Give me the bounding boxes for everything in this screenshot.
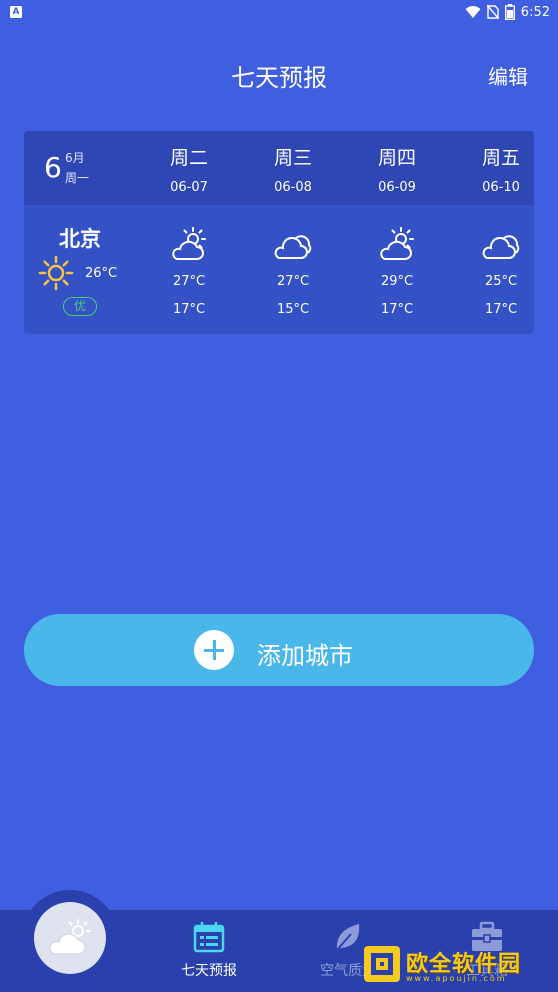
cloudy-icon [274, 235, 312, 259]
forecast-low-temp: 17°C [484, 302, 518, 317]
battery-icon [504, 4, 515, 20]
forecast-day-date: 06-07 [170, 180, 208, 195]
add-city-label: 添加城市 [257, 642, 353, 670]
leaf-icon [336, 924, 360, 951]
forecast-low-temp: 17°C [380, 302, 414, 317]
calendar-icon [193, 922, 225, 953]
forecast-low-temp: 17°C [172, 302, 206, 317]
sun-icon [38, 255, 74, 291]
partly-sunny-icon [172, 227, 206, 260]
forecast-card[interactable]: 6 6月 周一 周二 06-07 周三 06-08 周四 06-09 周五 06… [24, 131, 534, 334]
edit-button[interactable]: 编辑 [488, 61, 528, 90]
watermark: 欧全软件园 www.apoujin.com [362, 944, 552, 986]
forecast-high-temp: 27°C [276, 274, 310, 289]
nav-label: 七天预报 [181, 963, 237, 979]
watermark-logo-icon [364, 946, 400, 982]
forecast-high-temp: 25°C [484, 274, 518, 289]
cloudy-icon [482, 235, 520, 259]
nav-seven-day-forecast[interactable]: 七天预报 [159, 920, 259, 980]
forecast-low-temp: 15°C [276, 302, 310, 317]
status-time: 6:52 [520, 4, 550, 20]
status-icons: 6:52 [465, 3, 550, 21]
forecast-day-2-header: 周三 06-08 [241, 143, 345, 195]
forecast-day-date: 06-08 [274, 180, 312, 195]
forecast-day-name: 周四 [377, 147, 416, 169]
forecast-day-date: 06-09 [378, 180, 416, 195]
add-city-button[interactable]: 添加城市 [24, 614, 534, 686]
forecast-day-1-header: 周二 06-07 [137, 143, 241, 195]
forecast-day-date: 06-10 [482, 180, 520, 195]
forecast-high-temp: 29°C [380, 274, 414, 289]
cloud-sun-icon [49, 919, 91, 955]
city-current-temp: 26°C [85, 266, 118, 281]
no-sim-icon [486, 5, 499, 19]
forecast-day-4-header: 周五 06-10 [449, 143, 534, 195]
forecast-card-header: 6 6月 周一 周二 06-07 周三 06-08 周四 06-09 周五 06… [24, 131, 534, 205]
status-bar: A 6:52 [0, 0, 558, 24]
aqi-badge: 优 [63, 297, 97, 316]
today-weekday: 周一 [65, 171, 90, 185]
plus-icon [194, 630, 234, 670]
forecast-day-name: 周三 [273, 147, 312, 169]
forecast-day-3-header: 周四 06-09 [345, 143, 449, 195]
city-name: 北京 [59, 227, 101, 251]
today-month: 6月 [65, 151, 85, 165]
today-day: 6 [44, 151, 62, 184]
page-title: 七天预报 [231, 64, 327, 92]
app-notification-icon: A [10, 6, 22, 18]
forecast-high-temp: 27°C [172, 274, 206, 289]
forecast-day-name: 周五 [481, 147, 520, 169]
weather-home-button[interactable] [34, 902, 106, 974]
watermark-url: www.apoujin.com [406, 974, 507, 983]
wifi-icon [465, 6, 481, 18]
forecast-day-name: 周二 [169, 147, 208, 169]
partly-sunny-icon [380, 227, 414, 260]
